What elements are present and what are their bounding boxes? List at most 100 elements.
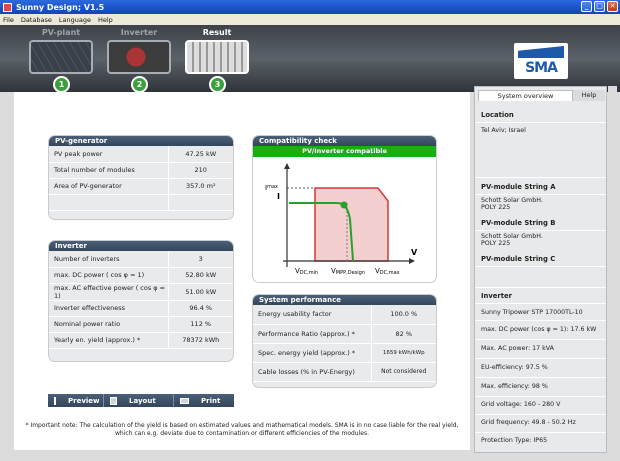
table-row: Energy usability factor 100.0 %	[253, 305, 436, 325]
sidebar-scrollbar[interactable]	[608, 86, 617, 453]
mpp-point	[340, 201, 348, 209]
result-toolbar: Preview Layout Print	[48, 394, 234, 407]
minimize-button[interactable]: _	[581, 1, 592, 12]
row-value: 210	[167, 162, 233, 179]
panel-title: Inverter	[49, 241, 233, 251]
row-label: Spec. energy yield (approx.) *	[253, 343, 371, 363]
row-value: 51.00 kW	[167, 283, 233, 301]
row-value: 112 %	[167, 316, 233, 333]
menu-database[interactable]: Database	[21, 16, 52, 24]
row-label: Number of inverters	[49, 251, 168, 268]
header-band: PV-plant Inverter Result SMA	[0, 25, 620, 92]
maximize-button[interactable]: □	[594, 1, 605, 12]
row-value: 78372 kWh	[167, 332, 233, 349]
compatibility-panel: Compatibility check PV/Inverter compatib…	[252, 135, 437, 283]
close-button[interactable]: ✕	[607, 1, 618, 12]
table-row: Cable losses (% in PV-Energy) Not conside…	[253, 362, 436, 382]
title-bar: Sunny Design; V1.5 _ □ ✕	[0, 0, 620, 14]
string-a-manufacturer: Schott Solar GmbH.	[481, 197, 543, 204]
panel-title: Compatibility check	[253, 136, 436, 146]
pv-generator-table: PV peak power 47.25 kW Total number of mo…	[49, 146, 233, 211]
string-b-model: POLY 225	[481, 240, 511, 247]
inverter-dc-power: max. DC power (cos φ = 1): 17.6 kW	[481, 326, 597, 333]
location-value: Tel Aviv; Israel	[481, 127, 526, 134]
preview-button[interactable]: Preview	[48, 394, 104, 407]
table-row: max. DC power ( cos φ = 1) 52.80 kW	[49, 267, 233, 284]
vdc-min-label: VDC,min	[295, 267, 318, 276]
performance-table: Energy usability factor 100.0 % Performan…	[253, 305, 436, 382]
iv-diagram: I Imax V VDC,min VMPP,Design VDC,max	[265, 163, 418, 276]
tab-system-overview[interactable]: System overview	[478, 90, 573, 101]
row-value: Not considered	[370, 362, 436, 382]
row-value: 357.0 m²	[167, 178, 233, 195]
row-value: 100.0 %	[370, 305, 436, 325]
table-row: Area of PV-generator 357.0 m²	[49, 178, 233, 195]
inverter-icon	[107, 40, 171, 74]
sma-logo: SMA	[514, 43, 568, 79]
table-row: PV peak power 47.25 kW	[49, 146, 233, 163]
row-label: max. AC effective power ( cos φ = 1)	[49, 283, 168, 301]
inverter-max-efficiency: Max. efficiency: 98 %	[481, 383, 548, 390]
window-title: Sunny Design; V1.5	[16, 2, 105, 12]
solar-panel-icon	[29, 40, 93, 74]
layout-icon	[110, 396, 117, 405]
window-controls: _ □ ✕	[581, 1, 618, 12]
row-label: Total number of modules	[49, 162, 168, 179]
row-label: Nominal power ratio	[49, 316, 168, 333]
menu-bar: File Database Language Help	[0, 14, 620, 25]
row-label: Yearly en. yield (approx.) *	[49, 332, 168, 349]
menu-help[interactable]: Help	[98, 16, 113, 24]
row-value: 52.80 kW	[167, 267, 233, 284]
performance-panel: System performance Energy usability fact…	[252, 294, 437, 388]
vdc-max-label: VDC,max	[375, 267, 400, 276]
app-icon	[3, 2, 12, 12]
table-row: Total number of modules 210	[49, 162, 233, 179]
table-row	[49, 194, 233, 211]
table-row: Performance Ratio (approx.) * 82 %	[253, 324, 436, 344]
step-number-2[interactable]: 2	[131, 76, 148, 93]
row-label: Cable losses (% in PV-Energy)	[253, 362, 371, 382]
tab-help[interactable]: Help	[573, 90, 605, 101]
calculator-icon	[185, 40, 249, 74]
sidebar-tabs: System overview Help	[478, 90, 605, 101]
row-label: Energy usability factor	[253, 305, 371, 325]
panel-title: PV-generator	[49, 136, 233, 146]
step-label: PV-plant	[41, 28, 81, 37]
layout-button[interactable]: Layout	[104, 394, 174, 407]
table-row: Spec. energy yield (approx.) * 1659 kWh/k…	[253, 343, 436, 363]
compatibility-status: PV/Inverter compatible	[253, 146, 436, 157]
y-axis-arrow	[284, 163, 290, 169]
string-b-heading: PV-module String B	[481, 219, 556, 227]
step-pv-plant[interactable]: PV-plant	[28, 28, 94, 74]
axis-label-i: I	[277, 192, 280, 201]
x-axis-arrow	[409, 258, 415, 264]
table-row: Inverter effectiveness 96.4 %	[49, 300, 233, 317]
step-result[interactable]: Result	[184, 28, 250, 74]
printer-icon	[180, 397, 189, 404]
step-inverter[interactable]: Inverter	[106, 28, 172, 74]
step-number-1[interactable]: 1	[53, 76, 70, 93]
vmpp-design-label: VMPP,Design	[331, 267, 365, 276]
row-value: 96.4 %	[167, 300, 233, 317]
string-b-manufacturer: Schott Solar GmbH.	[481, 233, 543, 240]
step-label: Result	[202, 28, 232, 37]
important-note: * Important note: The calculation of the…	[25, 422, 459, 437]
menu-language[interactable]: Language	[59, 16, 91, 24]
inverter-panel: Inverter Number of inverters 3 max. DC po…	[48, 240, 234, 362]
inverter-table: Number of inverters 3 max. DC power ( cos…	[49, 251, 233, 349]
inverter-protection-type: Protection Type: IP65	[481, 437, 548, 444]
main-canvas: PV-generator PV peak power 47.25 kW Total…	[14, 92, 470, 450]
step-number-3[interactable]: 3	[209, 76, 226, 93]
axis-label-v: V	[411, 248, 418, 257]
inverter-model: Sunny Tripower STP 17000TL-10	[481, 309, 583, 316]
imax-label: Imax	[265, 184, 278, 192]
row-value: 47.25 kW	[167, 146, 233, 163]
menu-file[interactable]: File	[3, 16, 14, 24]
location-heading: Location	[481, 111, 514, 119]
document-icon	[54, 396, 56, 405]
table-row: Number of inverters 3	[49, 251, 233, 268]
row-label: PV peak power	[49, 146, 168, 163]
print-button[interactable]: Print	[174, 394, 234, 407]
string-c-heading: PV-module String C	[481, 255, 556, 263]
row-value: 82 %	[370, 324, 436, 344]
